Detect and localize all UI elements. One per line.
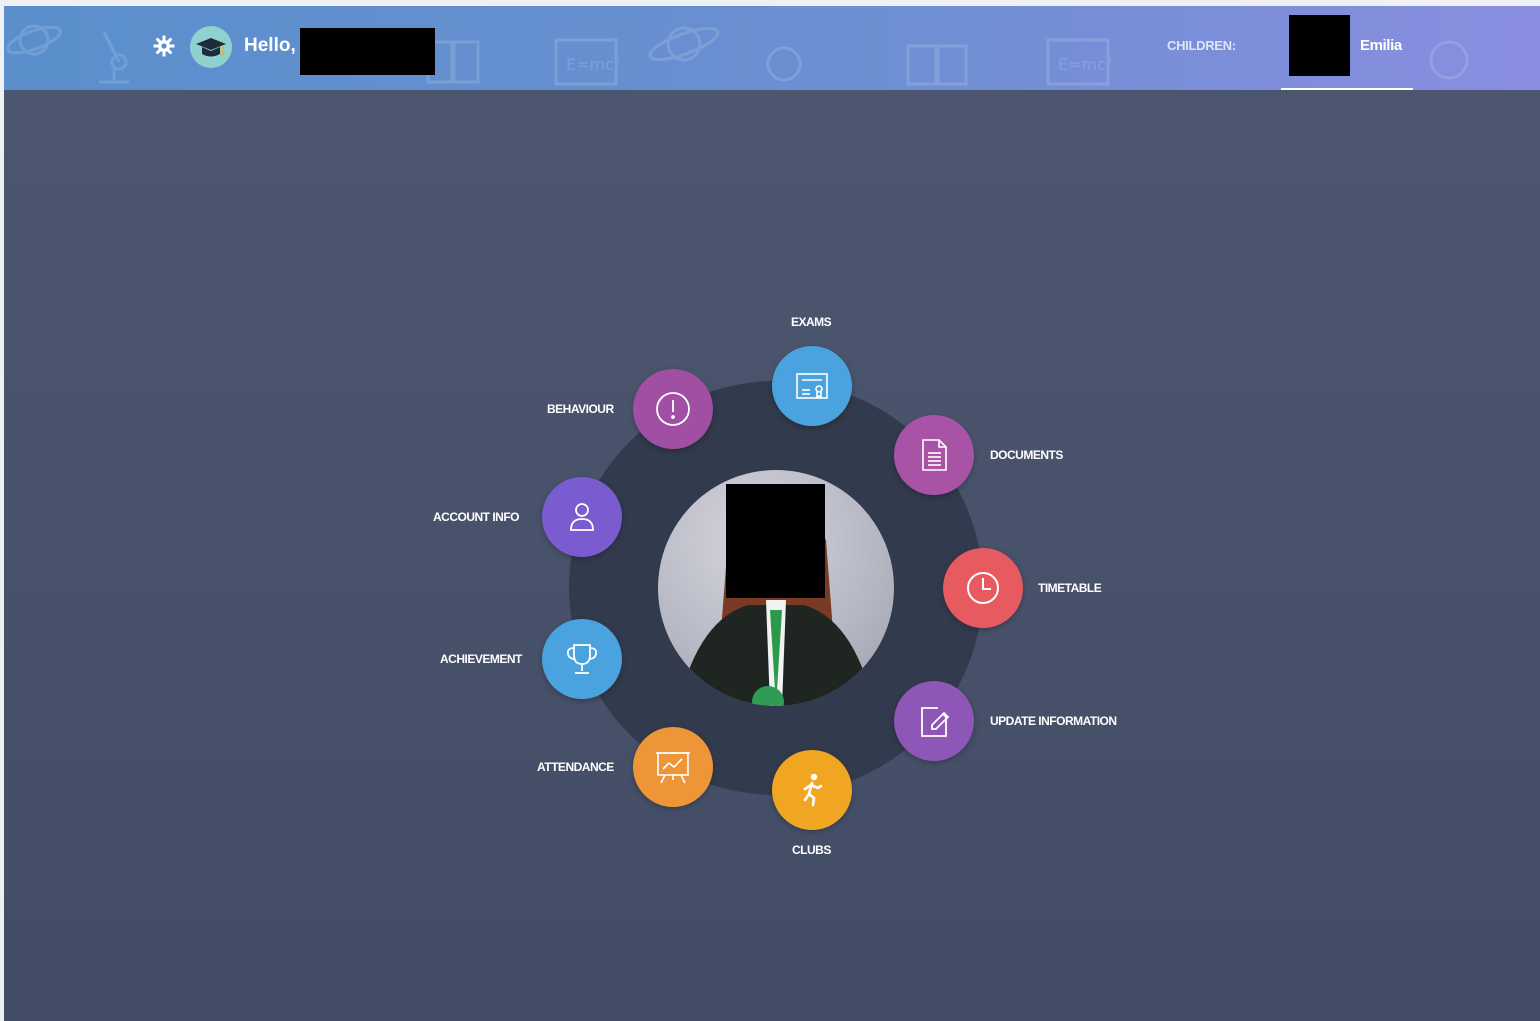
gear-icon[interactable] (152, 34, 176, 58)
planet-doodle (6, 24, 62, 56)
exams-label[interactable]: EXAMS (791, 315, 832, 329)
achievement-label[interactable]: ACHIEVEMENT (440, 652, 522, 666)
clubs-button[interactable] (772, 750, 852, 830)
update-information-button[interactable] (894, 681, 974, 761)
exclamation-icon (656, 392, 690, 426)
redacted-parent-name (300, 28, 435, 75)
top-header: E=mc² E=mc² Hello, CHILDREN: Emilia (4, 6, 1540, 90)
chart-board-icon (656, 752, 690, 784)
graduation-cap-icon (196, 38, 226, 57)
active-child-indicator (1281, 88, 1413, 90)
greeting-text: Hello, (244, 35, 296, 56)
edit-icon (921, 707, 950, 737)
timetable-button[interactable] (943, 548, 1023, 628)
children-label: CHILDREN: (1167, 38, 1236, 53)
bulb-doodle-2 (1429, 40, 1469, 80)
app-frame: E=mc² E=mc² Hello, CHILDREN: Emilia EXAM… (4, 6, 1540, 1021)
trophy-icon (566, 644, 598, 674)
achievement-button[interactable] (542, 619, 622, 699)
account-info-label[interactable]: ACCOUNT INFO (433, 510, 520, 524)
redacted-child-avatar[interactable] (1289, 15, 1350, 76)
formula-board-doodle: E=mc² (554, 38, 620, 86)
attendance-label[interactable]: ATTENDANCE (537, 760, 614, 774)
attendance-button[interactable] (633, 727, 713, 807)
user-icon (570, 503, 594, 531)
document-icon (922, 439, 947, 471)
timetable-label[interactable]: TIMETABLE (1038, 581, 1102, 595)
bulb-doodle (766, 46, 802, 82)
behaviour-label[interactable]: BEHAVIOUR (547, 402, 614, 416)
microscope-doodle (99, 31, 129, 84)
clubs-label[interactable]: CLUBS (792, 843, 831, 857)
svg-text:E=mc²: E=mc² (566, 55, 620, 74)
update-information-label[interactable]: UPDATE INFORMATION (990, 714, 1117, 728)
svg-text:E=mc²: E=mc² (1058, 55, 1112, 74)
formula-board-doodle-2: E=mc² (1046, 38, 1112, 86)
account-info-button[interactable] (542, 477, 622, 557)
certificate-icon (796, 373, 828, 399)
clock-icon (967, 572, 999, 604)
exams-button[interactable] (772, 346, 852, 426)
child-tab-emilia[interactable]: Emilia (1360, 37, 1402, 54)
planet-doodle-2 (648, 26, 720, 62)
book-doodle-2 (906, 44, 968, 86)
documents-button[interactable] (894, 415, 974, 495)
redacted-face (726, 484, 825, 598)
parent-avatar[interactable] (190, 26, 232, 68)
child-portrait (658, 470, 894, 706)
documents-label[interactable]: DOCUMENTS (990, 448, 1063, 462)
behaviour-button[interactable] (633, 369, 713, 449)
runner-icon (803, 773, 823, 807)
